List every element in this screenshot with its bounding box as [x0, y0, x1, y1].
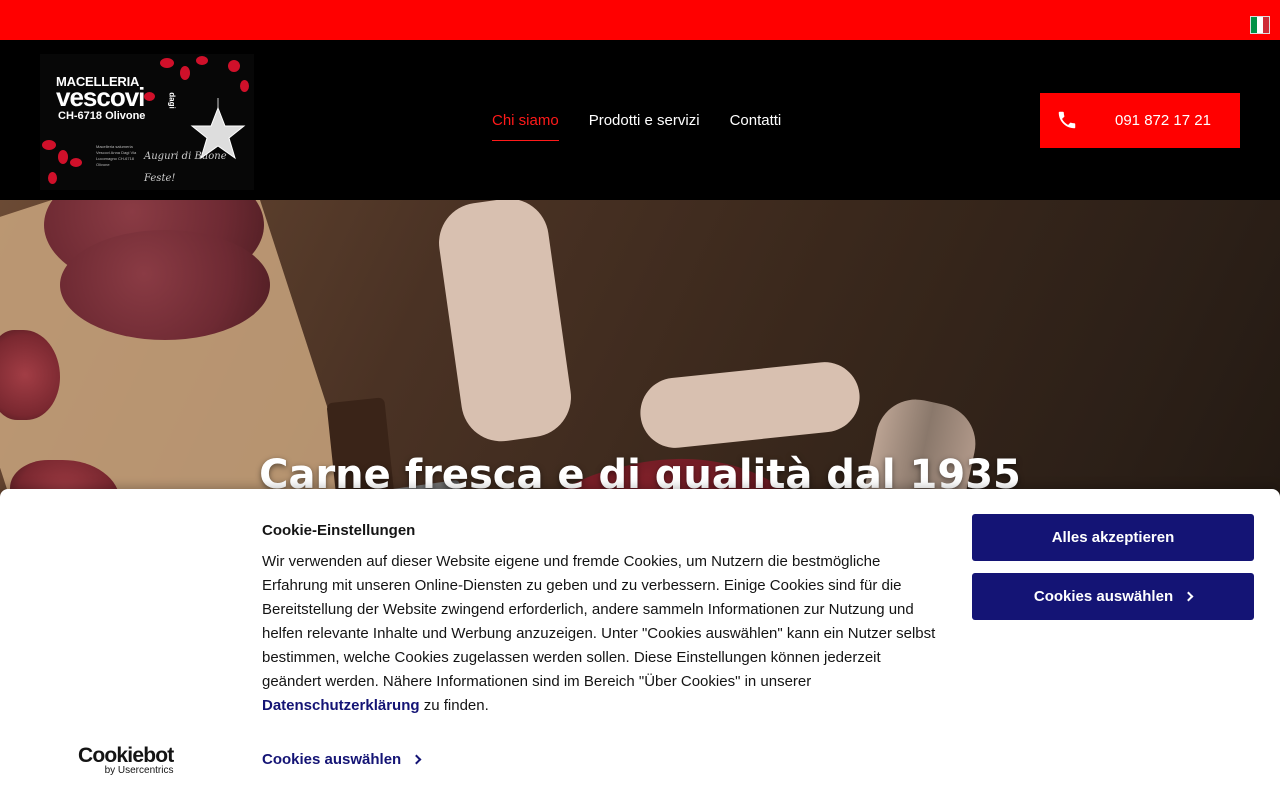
site-logo[interactable]: MACELLERIA vescovi dagi CH-6718 Olivone …: [40, 54, 254, 190]
site-header: MACELLERIA vescovi dagi CH-6718 Olivone …: [0, 40, 1280, 200]
logo-decoration: [42, 140, 56, 150]
star-ornament-icon: [190, 98, 246, 160]
nav-item-chi-siamo[interactable]: Chi siamo: [492, 112, 559, 141]
logo-decoration: [240, 80, 249, 92]
top-bar: [0, 0, 1280, 40]
main-nav: Chi siamo Prodotti e servizi Contatti: [492, 112, 781, 141]
italian-flag-icon[interactable]: [1250, 16, 1270, 34]
hero-hand: [433, 200, 577, 447]
privacy-policy-link[interactable]: Datenschutzerklärung: [262, 697, 420, 714]
logo-decoration: [180, 66, 190, 80]
logo-small-text: Macelleria salumeria Vescovi Anna Dagi V…: [96, 144, 137, 167]
cookie-title: Cookie-Einstellungen: [262, 522, 416, 539]
cookie-body-suffix: zu finden.: [423, 697, 489, 714]
nav-item-prodotti-e-servizi[interactable]: Prodotti e servizi: [589, 112, 700, 141]
nav-item-contatti[interactable]: Contatti: [730, 112, 782, 141]
cookie-body: Wir verwenden auf dieser Website eigene …: [262, 550, 942, 718]
logo-decoration: [196, 56, 208, 65]
chevron-right-icon: [1183, 591, 1194, 602]
phone-icon: [1058, 111, 1076, 129]
cookiebot-logo[interactable]: Cookiebot by Usercentrics: [78, 744, 174, 776]
logo-decoration: [48, 172, 57, 184]
choose-cookies-label: Cookies auswählen: [1033, 588, 1174, 605]
logo-decoration: [70, 158, 82, 167]
logo-decoration: [160, 58, 174, 68]
logo-decoration: [228, 60, 240, 72]
accept-all-label: Alles akzeptieren: [1051, 529, 1175, 546]
cookies-select-label: Cookies auswählen: [262, 751, 402, 768]
cookies-select-link[interactable]: Cookies auswählen: [262, 751, 422, 768]
hero-hand: [636, 358, 864, 452]
accept-all-button[interactable]: Alles akzeptieren: [972, 514, 1254, 561]
choose-cookies-button[interactable]: Cookies auswählen: [972, 573, 1254, 620]
logo-decoration: [144, 92, 155, 101]
chevron-right-icon: [411, 754, 422, 765]
phone-number: 091 872 17 21: [1115, 112, 1211, 129]
logo-line2b: dagi: [167, 92, 177, 109]
logo-decoration: [58, 150, 68, 164]
cookie-banner: Cookiebot by Usercentrics Cookie-Einstel…: [0, 489, 1280, 800]
logo-line2: vescovi: [56, 82, 145, 112]
logo-line3: CH-6718 Olivone: [58, 110, 146, 122]
cookie-body-text: Wir verwenden auf dieser Website eigene …: [262, 553, 936, 690]
hero-patty: [60, 230, 270, 340]
phone-button[interactable]: 091 872 17 21: [1040, 93, 1240, 148]
